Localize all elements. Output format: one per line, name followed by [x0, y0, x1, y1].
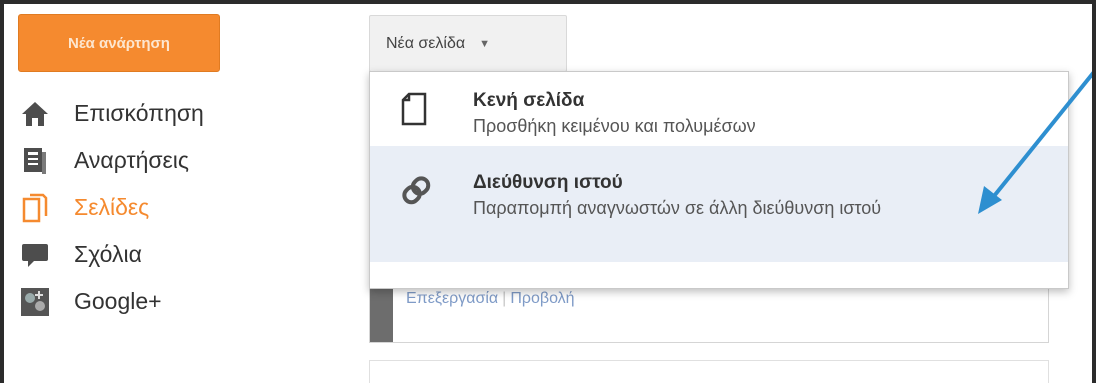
menu-item-subtitle: Προσθήκη κειμένου και πολυμέσων [473, 116, 756, 136]
new-page-dropdown-button[interactable]: Νέα σελίδα ▼ [369, 15, 567, 72]
sidebar-item-label: Σχόλια [74, 241, 142, 267]
page-actions: Επεξεργασία | Προβολή [406, 290, 575, 308]
sidebar-item-label: Αναρτήσεις [74, 147, 189, 173]
link-icon [400, 174, 431, 210]
new-post-button[interactable]: Νέα ανάρτηση [18, 14, 220, 72]
sidebar-nav: Επισκόπηση Αναρτήσεις Σελίδες Σχόλια Goo… [18, 90, 348, 325]
app-frame: Νέα ανάρτηση Επισκόπηση Αναρτήσεις Σελίδ… [4, 4, 1092, 383]
posts-icon [18, 144, 52, 178]
google-plus-icon [18, 285, 52, 319]
annotation-arrow-icon [978, 71, 1092, 214]
chevron-down-icon: ▼ [479, 37, 490, 50]
sidebar-item-label: Google+ [74, 288, 162, 314]
comments-icon [18, 238, 52, 272]
menu-item-subtitle: Παραπομπή αναγνωστών σε άλλη διεύθυνση ι… [473, 198, 882, 218]
page-list-item [369, 360, 1049, 383]
pages-icon [18, 191, 52, 225]
edit-link[interactable]: Επεξεργασία [406, 290, 498, 307]
home-icon [18, 97, 52, 131]
sidebar-item-comments[interactable]: Σχόλια [18, 231, 348, 278]
sidebar-item-pages[interactable]: Σελίδες [18, 184, 348, 231]
new-page-label: Νέα σελίδα [386, 34, 466, 52]
menu-item-title: Κενή σελίδα [473, 90, 585, 111]
sidebar-item-google-plus[interactable]: Google+ [18, 278, 348, 325]
sidebar-item-posts[interactable]: Αναρτήσεις [18, 137, 348, 184]
view-link[interactable]: Προβολή [510, 290, 574, 307]
menu-item-title: Διεύθυνση ιστού [473, 172, 623, 193]
sidebar-item-overview[interactable]: Επισκόπηση [18, 90, 348, 137]
sidebar-item-label: Σελίδες [74, 194, 150, 220]
blank-page-icon [400, 92, 430, 128]
action-separator: | [502, 290, 507, 307]
sidebar-item-label: Επισκόπηση [74, 100, 204, 126]
